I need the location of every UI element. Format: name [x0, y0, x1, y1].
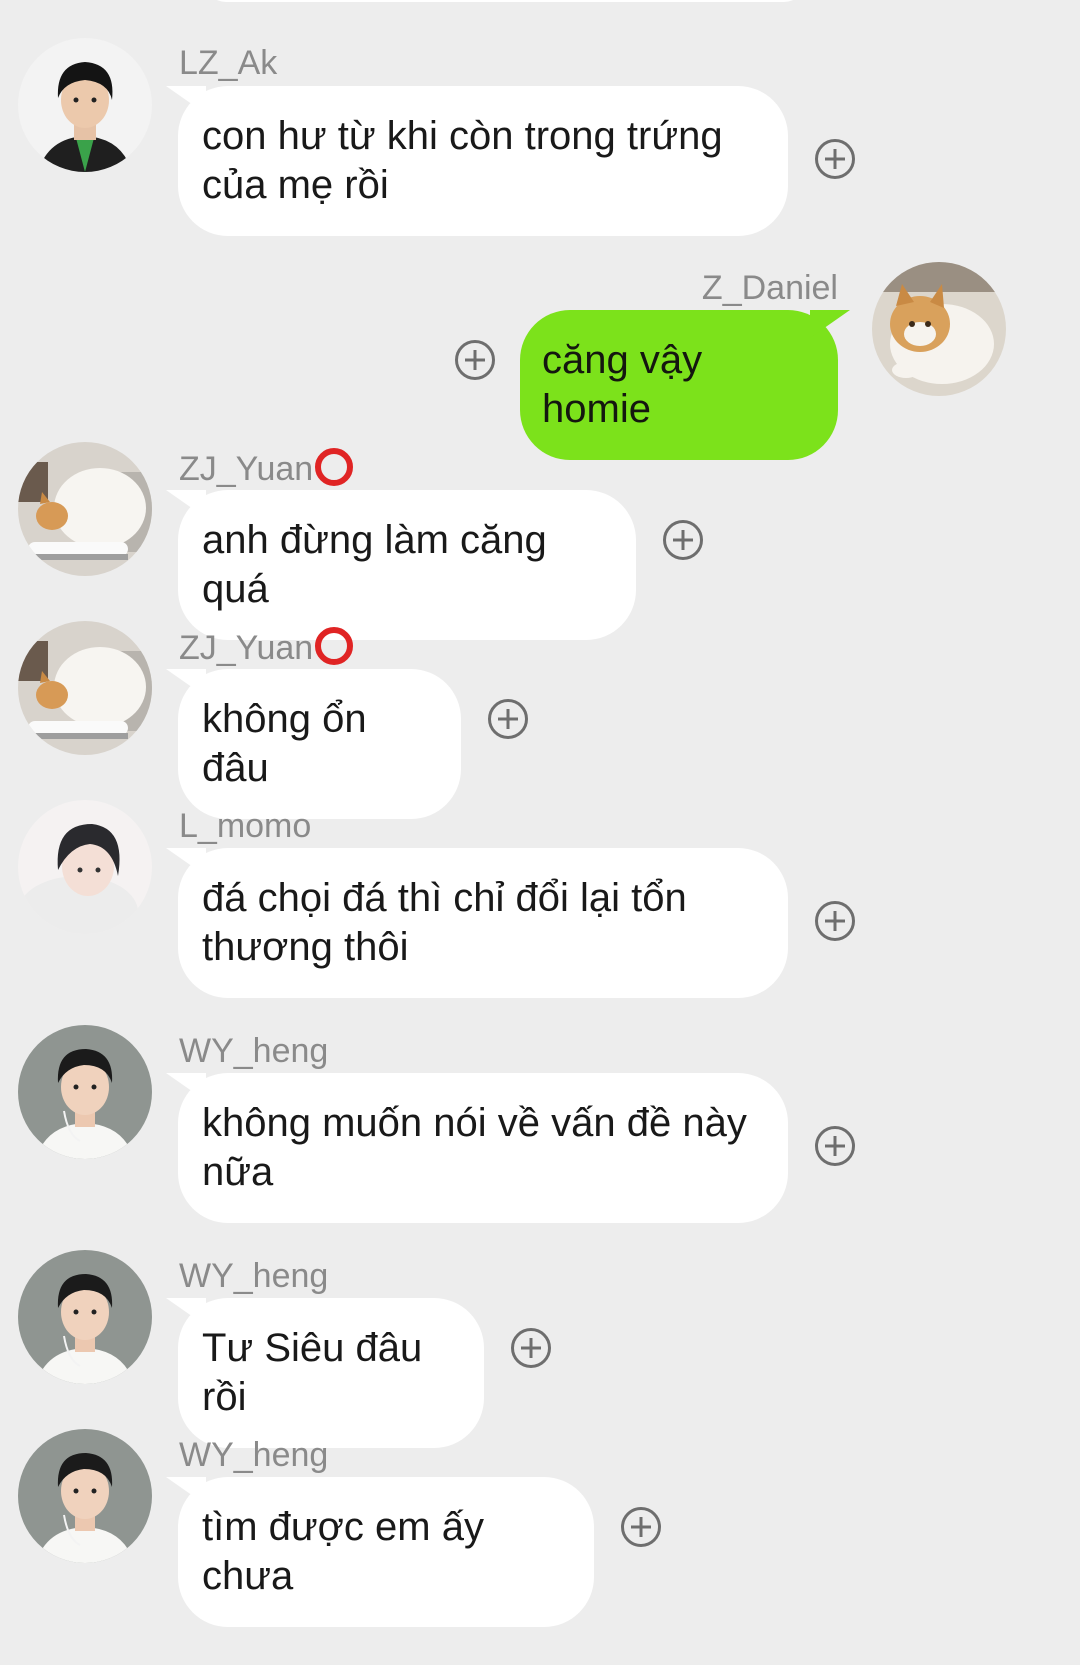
add-reaction-button[interactable] [815, 901, 855, 941]
sender-avatar[interactable] [18, 1250, 152, 1384]
sender-avatar[interactable] [18, 38, 152, 172]
add-reaction-button[interactable] [511, 1328, 551, 1368]
sender-name-text: ZJ_Yuan [179, 450, 314, 488]
message-bubble[interactable]: không muốn nói về vấn đề này nữa [178, 1073, 788, 1223]
sender-name: WY_heng [179, 1436, 329, 1474]
sender-avatar[interactable] [18, 800, 152, 934]
sender-name: ZJ_Yuan [179, 448, 354, 489]
message-bubble[interactable]: không ổn đâu [178, 669, 461, 819]
add-reaction-button[interactable] [815, 1126, 855, 1166]
add-reaction-button[interactable] [815, 139, 855, 179]
message-bubble-outgoing[interactable]: căng vậy homie [520, 310, 838, 460]
dark-hair-boy-avatar-icon [18, 1250, 152, 1384]
message-bubble[interactable]: anh đừng làm căng quá [178, 490, 636, 640]
add-reaction-button[interactable] [621, 1507, 661, 1547]
dark-hair-boy-avatar-icon [18, 1429, 152, 1563]
previous-message-bubble-fragment [205, 0, 805, 2]
message-bubble[interactable]: đá chọi đá thì chỉ đổi lại tổn thương th… [178, 848, 788, 998]
sender-name: ZJ_Yuan [179, 627, 354, 668]
message-bubble[interactable]: tìm được em ấy chưa [178, 1477, 594, 1627]
sender-avatar[interactable] [18, 1429, 152, 1563]
dark-hair-boy-avatar-icon [18, 1025, 152, 1159]
add-reaction-button[interactable] [663, 520, 703, 560]
red-ring-icon [315, 627, 354, 665]
white-cat-avatar-icon [18, 442, 152, 576]
sender-avatar[interactable] [18, 1025, 152, 1159]
orange-white-cat-avatar-icon [872, 262, 1006, 396]
white-cat-avatar-icon [18, 621, 152, 755]
sender-name: Z_Daniel [701, 269, 838, 307]
add-reaction-button[interactable] [455, 340, 495, 380]
sender-name: WY_heng [179, 1032, 329, 1070]
person-green-jacket-avatar-icon [18, 38, 152, 172]
sender-avatar[interactable] [18, 621, 152, 755]
message-bubble[interactable]: con hư từ khi còn trong trứng của mẹ rồi [178, 86, 788, 236]
message-bubble[interactable]: Tư Siêu đâu rồi [178, 1298, 484, 1448]
chat-thread[interactable]: LZ_Ak con hư từ khi còn trong trứng của … [0, 0, 1080, 1665]
sender-name: WY_heng [179, 1257, 329, 1295]
red-ring-icon [315, 448, 354, 486]
sender-avatar[interactable] [18, 442, 152, 576]
sender-name-text: ZJ_Yuan [179, 629, 314, 667]
sender-name: LZ_Ak [179, 44, 278, 82]
sender-name: L_momo [179, 807, 312, 845]
self-avatar[interactable] [872, 262, 1006, 396]
add-reaction-button[interactable] [488, 699, 528, 739]
pale-boy-avatar-icon [18, 800, 152, 934]
